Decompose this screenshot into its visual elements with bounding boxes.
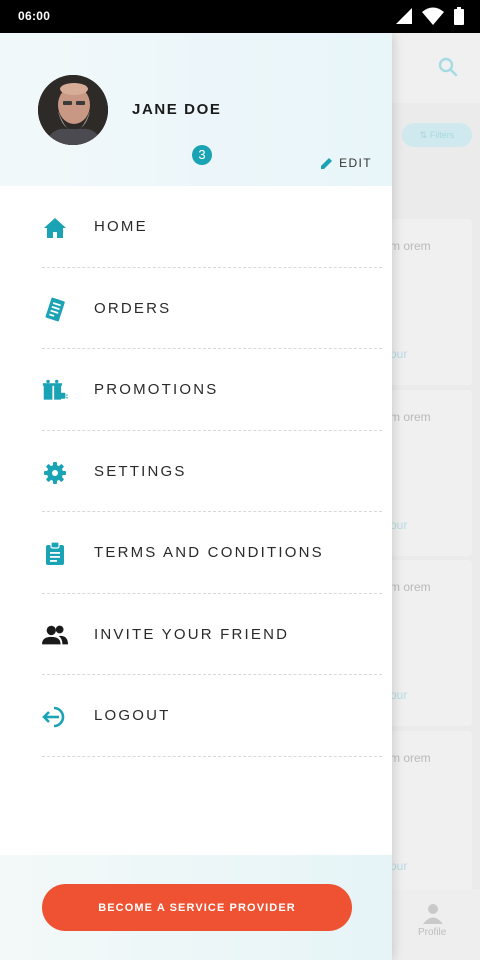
- drawer-footer: BECOME A SERVICE PROVIDER: [0, 855, 392, 960]
- avatar-image: [38, 75, 108, 145]
- navigation-drawer: JANE DOE EDIT HOME ORDERS PROMOTIONS SET…: [0, 33, 392, 960]
- clipboard-icon: [46, 541, 64, 565]
- status-icons: [396, 7, 464, 25]
- card-text: m orem: [390, 239, 431, 253]
- edit-profile-button[interactable]: EDIT: [321, 156, 372, 170]
- card-link: our: [390, 347, 408, 361]
- promotions-icon: [42, 379, 68, 400]
- drawer-menu: HOME ORDERS PROMOTIONS SETTINGS TERMS AN…: [0, 186, 392, 757]
- menu-item-logout[interactable]: LOGOUT: [0, 675, 392, 757]
- orders-icon: [45, 297, 65, 321]
- menu-item-label: PROMOTIONS: [94, 381, 219, 398]
- edit-label: EDIT: [339, 156, 372, 170]
- menu-item-label: LOGOUT: [94, 707, 171, 724]
- card-link: our: [390, 688, 408, 702]
- menu-item-label: ORDERS: [94, 299, 172, 317]
- wifi-icon: [422, 7, 444, 25]
- menu-item-label: SETTINGS: [94, 462, 187, 480]
- gear-icon: [44, 461, 66, 484]
- status-time: 06:00: [18, 9, 51, 23]
- menu-item-label: INVITE YOUR FRIEND: [94, 625, 290, 643]
- profile-icon[interactable]: [422, 903, 444, 925]
- filters-label: Filters: [429, 130, 455, 140]
- filters-button[interactable]: ⇅ Filters: [402, 123, 472, 147]
- bottom-nav: Profile: [392, 889, 480, 960]
- user-name: JANE DOE: [132, 101, 222, 118]
- become-service-provider-button[interactable]: BECOME A SERVICE PROVIDER: [42, 884, 352, 931]
- signal-icon: [396, 8, 412, 24]
- background-card[interactable]: m orem our: [380, 219, 472, 385]
- background-card[interactable]: m orem our: [380, 560, 472, 726]
- avatar[interactable]: [38, 75, 108, 145]
- menu-item-invite[interactable]: INVITE YOUR FRIEND: [0, 594, 392, 675]
- card-text: m orem: [390, 410, 431, 424]
- card-text: m orem: [390, 751, 431, 765]
- search-icon[interactable]: [438, 57, 458, 77]
- card-link: our: [390, 859, 408, 873]
- menu-item-terms[interactable]: TERMS AND CONDITIONS: [0, 512, 392, 594]
- home-icon: [44, 218, 66, 238]
- menu-item-orders[interactable]: ORDERS: [0, 268, 392, 349]
- menu-divider: [42, 755, 382, 757]
- menu-item-settings[interactable]: SETTINGS: [0, 431, 392, 512]
- orders-count-badge: 3: [192, 145, 212, 165]
- menu-item-home[interactable]: HOME: [0, 186, 392, 268]
- logout-icon: [42, 706, 65, 728]
- menu-item-label: HOME: [94, 218, 148, 235]
- pencil-icon: [321, 158, 333, 169]
- menu-item-promotions[interactable]: PROMOTIONS: [0, 349, 392, 431]
- profile-nav-label[interactable]: Profile: [418, 927, 446, 938]
- people-icon: [42, 625, 68, 644]
- background-card[interactable]: m orem our: [380, 390, 472, 556]
- card-text: m orem: [390, 580, 431, 594]
- status-bar: 06:00: [0, 0, 480, 33]
- menu-item-label: TERMS AND CONDITIONS: [94, 544, 324, 561]
- battery-icon: [454, 7, 464, 25]
- card-link: our: [390, 518, 408, 532]
- background-card[interactable]: m orem our: [380, 731, 472, 897]
